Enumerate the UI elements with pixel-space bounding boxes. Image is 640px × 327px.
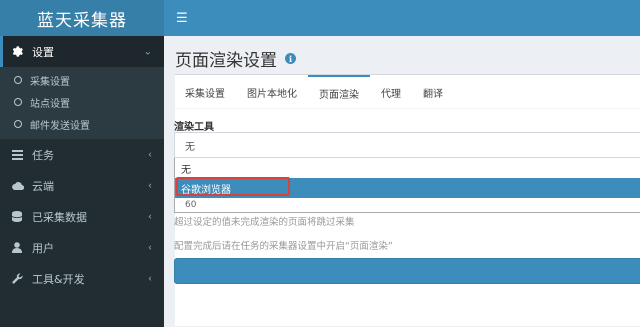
save-button[interactable]	[174, 258, 640, 284]
chevron-down-icon: ⌄	[143, 46, 152, 57]
cloud-icon	[12, 181, 28, 190]
sidebar-subitem-label: 采集设置	[30, 76, 70, 88]
user-icon	[12, 242, 28, 253]
tab-page-render[interactable]: 页面渲染	[308, 75, 370, 109]
chevron-left-icon: ‹	[148, 149, 152, 160]
circle-icon	[14, 120, 22, 128]
page-title-text: 页面渲染设置	[175, 51, 277, 71]
sidebar-subitem-label: 站点设置	[30, 98, 70, 110]
dropdown-option-none[interactable]: 无	[175, 158, 640, 178]
partial-input-value: 60	[185, 200, 197, 210]
settings-submenu: 采集设置 站点设置 邮件发送设置	[0, 67, 164, 139]
page-title: 页面渲染设置 i	[175, 46, 296, 71]
sidebar-item-label: 云端	[32, 179, 54, 193]
render-tool-label: 渲染工具	[174, 122, 214, 133]
render-tool-select[interactable]: 无	[174, 132, 640, 158]
wrench-icon	[12, 273, 28, 284]
list-icon	[12, 149, 28, 160]
top-navbar: ☰	[164, 0, 640, 36]
circle-icon	[14, 76, 22, 84]
tab-translate[interactable]: 翻译	[412, 75, 454, 109]
tab-proxy[interactable]: 代理	[370, 75, 412, 109]
sidebar-item-label: 已采集数据	[32, 210, 87, 224]
main-content: 页面渲染设置 i 采集设置 图片本地化 页面渲染 代理 翻译 渲染工具 无 无 …	[164, 36, 640, 327]
sidebar-subitem-label: 邮件发送设置	[30, 120, 90, 132]
sidebar-item-users[interactable]: 用户 ‹	[0, 232, 164, 263]
sidebar-item-label: 任务	[32, 148, 54, 162]
sidebar-item-label: 用户	[32, 241, 54, 255]
sidebar-item-settings[interactable]: 设置 ⌄	[0, 36, 164, 67]
dropdown-option-chrome[interactable]: 谷歌浏览器	[175, 177, 640, 198]
app-logo[interactable]: 蓝天采集器	[0, 0, 164, 36]
sidebar-item-label: 工具&开发	[32, 272, 85, 286]
render-tool-dropdown: 无 谷歌浏览器 60	[174, 158, 640, 213]
gear-icon	[12, 46, 28, 57]
sidebar-item-tools[interactable]: 工具&开发 ‹	[0, 263, 164, 294]
highlight-annotation-box	[176, 177, 290, 196]
circle-icon	[14, 98, 22, 106]
chevron-left-icon: ‹	[148, 180, 152, 191]
sidebar-item-label: 设置	[32, 45, 54, 59]
help-text-enable: 配置完成后请在任务的采集器设置中开启“页面渲染”	[174, 241, 393, 252]
database-icon	[12, 211, 28, 222]
sidebar-item-collected-data[interactable]: 已采集数据 ‹	[0, 201, 164, 232]
tab-bar: 采集设置 图片本地化 页面渲染 代理 翻译	[175, 75, 640, 109]
sidebar-item-tasks[interactable]: 任务 ‹	[0, 139, 164, 170]
hamburger-icon[interactable]: ☰	[176, 11, 188, 26]
chevron-left-icon: ‹	[148, 273, 152, 284]
tab-image-localization[interactable]: 图片本地化	[236, 75, 308, 109]
sidebar-subitem-email-settings[interactable]: 邮件发送设置	[0, 113, 164, 135]
chevron-left-icon: ‹	[148, 211, 152, 222]
sidebar: 蓝天采集器 设置 ⌄ 采集设置 站点设置 邮件发送设置 任务 ‹ 云端 ‹ 已采…	[0, 0, 164, 327]
sidebar-subitem-site-settings[interactable]: 站点设置	[0, 91, 164, 113]
sidebar-item-cloud[interactable]: 云端 ‹	[0, 170, 164, 201]
chevron-left-icon: ‹	[148, 242, 152, 253]
tab-collect-settings[interactable]: 采集设置	[175, 75, 236, 109]
sidebar-subitem-collect-settings[interactable]: 采集设置	[0, 69, 164, 91]
info-icon[interactable]: i	[285, 53, 296, 64]
help-text-timeout: 超过设定的值未完成渲染的页面将跳过采集	[174, 217, 355, 228]
